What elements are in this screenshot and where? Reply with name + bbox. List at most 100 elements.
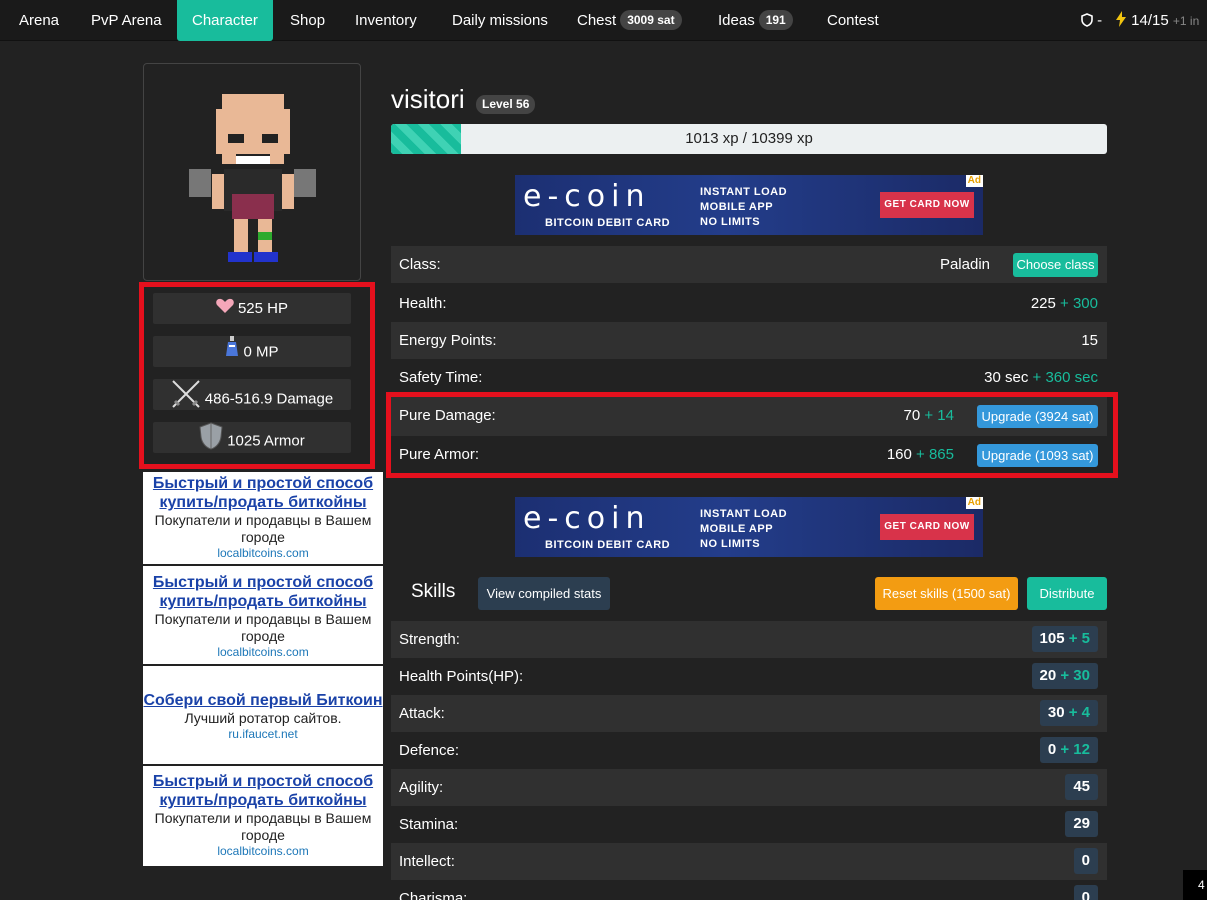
character-sprite <box>189 94 316 262</box>
mp-stat: 0 MP <box>153 336 351 367</box>
banner-line: MOBILE APP <box>700 523 774 535</box>
energy-suffix: +1 in <box>1172 14 1200 28</box>
skill-row-attack: Attack: 30 + 4 <box>391 695 1107 732</box>
left-ad-desc: Покупатели и продавцы в Вашем городе <box>154 611 372 644</box>
view-compiled-stats-button[interactable]: View compiled stats <box>478 577 610 610</box>
reset-skills-button[interactable]: Reset skills (1500 sat) <box>875 577 1018 610</box>
class-label: Class: <box>399 256 441 273</box>
left-ad-url[interactable]: localbitcoins.com <box>143 844 383 858</box>
ecoin-banner-ad[interactable]: e-coin BITCOIN DEBIT CARD INSTANT LOAD M… <box>515 175 983 235</box>
skill-label: Agility: <box>399 779 444 796</box>
skill-label: Attack: <box>399 705 445 722</box>
energy-status[interactable]: 14/15 +1 in <box>1115 0 1199 41</box>
banner-line: MOBILE APP <box>700 201 774 213</box>
skill-base: 0 <box>1047 741 1057 758</box>
safety-row: Safety Time: 30 sec + 360 sec <box>391 359 1107 396</box>
nav-character[interactable]: Character <box>177 0 273 41</box>
distribute-button[interactable]: Distribute <box>1027 577 1107 610</box>
ecoin-banner-ad[interactable]: e-coin BITCOIN DEBIT CARD INSTANT LOAD M… <box>515 497 983 557</box>
shield-value: - <box>1097 12 1103 29</box>
safety-base: 30 sec <box>984 369 1029 386</box>
energy-value: 14/15 <box>1131 12 1169 29</box>
left-ad-title[interactable]: Быстрый и простой способ купить/продать … <box>143 474 383 512</box>
skill-value-badge: 105 + 5 <box>1031 626 1098 652</box>
skill-row-defence: Defence: 0 + 12 <box>391 732 1107 769</box>
nav-ideas[interactable]: Ideas 191 <box>718 0 793 41</box>
energy-row: Energy Points: 15 <box>391 322 1107 359</box>
skill-value-badge: 20 + 30 <box>1031 663 1098 689</box>
damage-value: 486-516.9 Damage <box>204 390 334 408</box>
shield-icon <box>1081 13 1093 27</box>
safety-label: Safety Time: <box>399 369 483 386</box>
skill-label: Charisma: <box>399 890 468 900</box>
left-ad-desc: Покупатели и продавцы в Вашем городе <box>154 810 372 843</box>
nav-shop[interactable]: Shop <box>290 0 325 41</box>
skill-bonus: + 5 <box>1068 630 1090 647</box>
skill-value-badge: 0 + 12 <box>1039 737 1098 763</box>
energy-label: Energy Points: <box>399 332 497 349</box>
ad-tag: Ad <box>965 175 983 187</box>
skill-base: 30 <box>1047 704 1065 721</box>
safety-value: 30 sec + 360 sec <box>984 359 1098 396</box>
shield-armor-icon <box>199 422 223 461</box>
banner-logo: e-coin <box>523 179 651 214</box>
skill-value-badge: 45 <box>1065 774 1098 800</box>
left-ad-1[interactable]: Быстрый и простой способ купить/продать … <box>143 472 383 564</box>
xp-text: 1013 xp / 10399 xp <box>685 130 813 147</box>
skill-value-badge: 30 + 4 <box>1039 700 1098 726</box>
nav-chest[interactable]: Chest 3009 sat <box>577 0 682 41</box>
banner-line: NO LIMITS <box>700 216 761 228</box>
nav-inventory[interactable]: Inventory <box>355 0 417 41</box>
shield-status[interactable]: - <box>1081 0 1102 41</box>
banner-line: NO LIMITS <box>700 538 761 550</box>
corner-tag: 4 <box>1183 870 1207 900</box>
skill-row-hp: Health Points(HP): 20 + 30 <box>391 658 1107 695</box>
left-ad-desc: Покупатели и продавцы в Вашем городе <box>154 512 372 545</box>
skill-base: 105 <box>1039 630 1065 647</box>
banner-features: INSTANT LOAD MOBILE APP NO LIMITS <box>700 507 787 552</box>
skill-value-badge: 29 <box>1065 811 1098 837</box>
skill-bonus: + 4 <box>1068 704 1090 721</box>
banner-features: INSTANT LOAD MOBILE APP NO LIMITS <box>700 185 787 230</box>
left-ad-desc: Лучший ротатор сайтов. <box>184 710 342 726</box>
lightning-icon <box>1116 11 1126 27</box>
left-ad-2[interactable]: Быстрый и простой способ купить/продать … <box>143 566 383 664</box>
left-ad-title[interactable]: Быстрый и простой способ купить/продать … <box>143 573 383 611</box>
skill-base: 20 <box>1039 667 1057 684</box>
left-ad-title[interactable]: Собери свой первый Биткоин <box>143 691 383 710</box>
chest-badge: 3009 sat <box>620 10 682 30</box>
level-badge: Level 56 <box>476 95 536 114</box>
nav-daily-missions[interactable]: Daily missions <box>452 0 548 41</box>
nav-pvp-arena[interactable]: PvP Arena <box>91 0 162 41</box>
left-ad-4[interactable]: Быстрый и простой способ купить/продать … <box>143 766 383 866</box>
choose-class-button[interactable]: Choose class <box>1013 253 1098 277</box>
health-value: 225 + 300 <box>1031 285 1098 322</box>
nav-chest-label: Chest <box>577 12 617 29</box>
left-ad-url[interactable]: localbitcoins.com <box>143 645 383 659</box>
nav-contest[interactable]: Contest <box>827 0 879 41</box>
ad-tag: Ad <box>965 497 983 509</box>
skill-row-stamina: Stamina: 29 <box>391 806 1107 843</box>
banner-cta-button[interactable]: GET CARD NOW <box>880 192 974 218</box>
left-ad-title[interactable]: Быстрый и простой способ купить/продать … <box>143 772 383 810</box>
class-row: Class: Paladin Choose class <box>391 246 1107 283</box>
skill-label: Intellect: <box>399 853 455 870</box>
skill-value-badge: 0 <box>1073 848 1098 874</box>
banner-cta-button[interactable]: GET CARD NOW <box>880 514 974 540</box>
skill-row-strength: Strength: 105 + 5 <box>391 621 1107 658</box>
health-bonus: + 300 <box>1060 295 1098 312</box>
crossed-swords-icon <box>171 379 201 420</box>
character-avatar <box>143 63 361 281</box>
skill-bonus: + 30 <box>1060 667 1090 684</box>
top-nav: Arena PvP Arena Character Shop Inventory… <box>0 0 1207 41</box>
nav-arena[interactable]: Arena <box>19 0 59 41</box>
mp-value: 0 MP <box>243 343 279 361</box>
left-ad-url[interactable]: ru.ifaucet.net <box>143 727 383 741</box>
safety-bonus: + 360 sec <box>1032 369 1098 386</box>
xp-progress-bar: 1013 xp / 10399 xp <box>391 124 1107 154</box>
skill-value-badge: 0 <box>1073 885 1098 900</box>
left-ad-3[interactable]: Собери свой первый Биткоин Лучший ротато… <box>143 666 383 764</box>
skills-title: Skills <box>411 581 456 602</box>
left-ad-url[interactable]: localbitcoins.com <box>143 546 383 560</box>
heart-icon <box>216 294 234 325</box>
